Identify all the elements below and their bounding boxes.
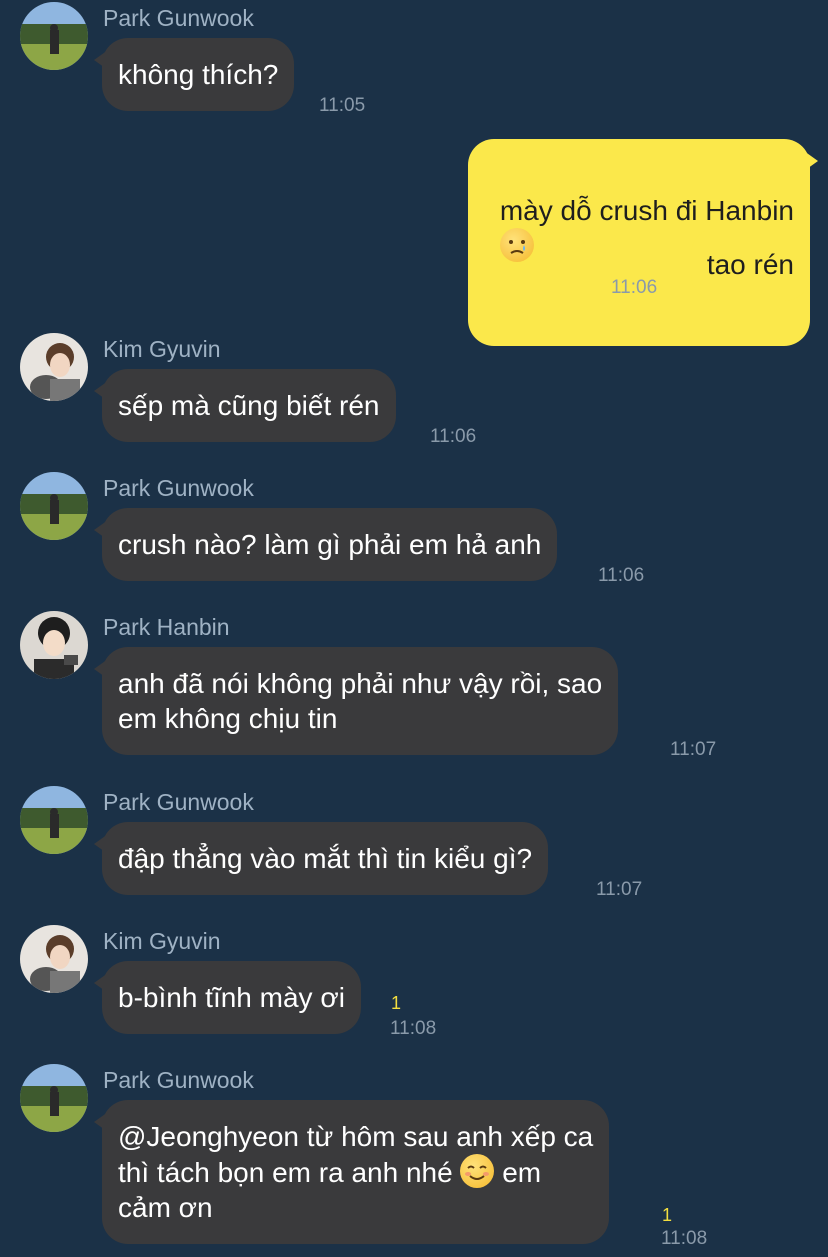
message-time: 11:06: [430, 426, 477, 447]
message-time: 11:05: [319, 95, 366, 116]
avatar-park-gunwook[interactable]: [20, 786, 88, 854]
avatar-park-gunwook[interactable]: [20, 1064, 88, 1132]
sender-name: Kim Gyuvin: [103, 928, 221, 954]
sender-name: Park Gunwook: [103, 1067, 254, 1093]
message-bubble[interactable]: crush nào? làm gì phải em hả anh: [93, 508, 558, 581]
sender-name: Park Gunwook: [103, 5, 254, 31]
smiling-face-emoji-icon: [460, 1154, 495, 1188]
message-bubble[interactable]: không thích?: [93, 38, 295, 111]
avatar-kim-gyuvin[interactable]: [20, 925, 88, 993]
message-time: 11:06: [611, 277, 658, 298]
message-bubble[interactable]: @Jeonghyeon từ hôm sau anh xếp ca thì tá…: [93, 1100, 610, 1244]
message-bubble[interactable]: đập thẳng vào mắt thì tin kiểu gì?: [93, 822, 549, 895]
avatar-park-hanbin[interactable]: [20, 611, 88, 679]
message-text: mày dỗ crush đi Hanbin: [499, 195, 794, 226]
sender-name: Park Hanbin: [103, 614, 230, 640]
avatar-kim-gyuvin[interactable]: [20, 333, 88, 401]
crying-face-emoji-icon: [499, 228, 534, 262]
message-time: 11:06: [598, 565, 645, 586]
message-bubble[interactable]: anh đã nói không phải như vậy rồi, sao e…: [93, 647, 619, 755]
unread-count: 1: [662, 1205, 673, 1225]
sender-name: Park Gunwook: [103, 475, 254, 501]
message-time: 11:07: [670, 739, 717, 760]
avatar-park-gunwook[interactable]: [20, 2, 88, 70]
sender-name: Park Gunwook: [103, 789, 254, 815]
unread-count: 1: [391, 993, 402, 1013]
message-time: 11:08: [390, 1018, 437, 1039]
message-bubble[interactable]: sếp mà cũng biết rén: [94, 369, 396, 442]
message-time: 11:07: [596, 879, 643, 900]
message-bubble[interactable]: b-bình tĩnh mày ơi: [94, 961, 361, 1034]
sender-name: Kim Gyuvin: [103, 336, 221, 362]
message-time: 11:08: [661, 1228, 708, 1249]
my-message-bubble[interactable]: tao rén: [690, 228, 810, 301]
avatar-park-gunwook[interactable]: [20, 472, 88, 540]
